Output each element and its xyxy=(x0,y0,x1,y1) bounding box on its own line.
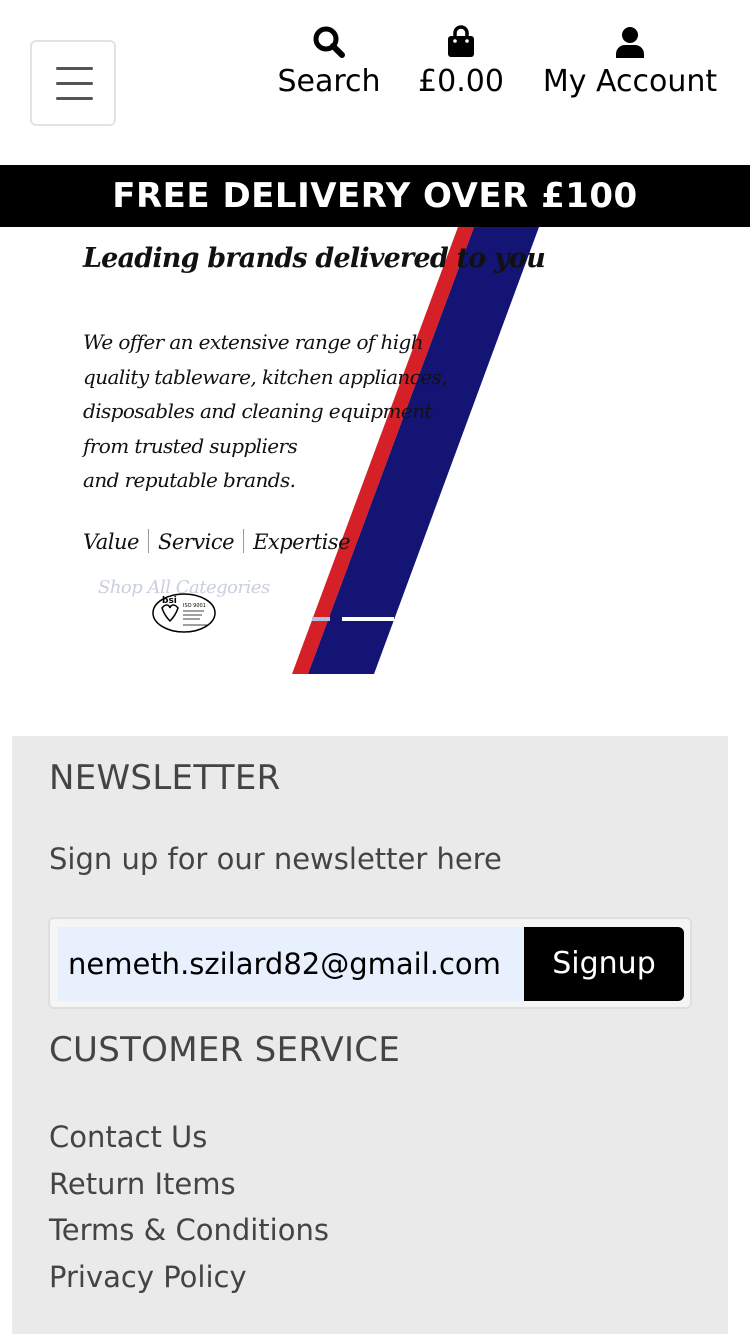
footer-panel: NEWSLETTER Sign up for our newsletter he… xyxy=(12,736,728,1334)
svg-text:ISO 9001: ISO 9001 xyxy=(183,603,206,609)
hero-title: Leading brands delivered to you xyxy=(83,243,546,274)
value-word: Value xyxy=(83,530,139,554)
hero-copy-line: quality tableware, kitchen appliances, xyxy=(83,364,448,389)
hamburger-menu-icon xyxy=(56,67,93,70)
cart-link[interactable]: £0.00 xyxy=(414,22,508,102)
newsletter-text: Sign up for our newsletter here xyxy=(49,842,502,876)
hero-description: We offer an extensive range of high qual… xyxy=(83,325,448,498)
divider xyxy=(147,529,149,553)
newsletter-heading: NEWSLETTER xyxy=(49,758,281,798)
hero-carousel[interactable]: Leading brands delivered to you We offer… xyxy=(0,227,750,677)
customer-service-heading: CUSTOMER SERVICE xyxy=(49,1030,401,1070)
hamburger-line xyxy=(56,97,93,100)
divider xyxy=(243,529,245,553)
bsi-certification-logo: bsi ISO 9001 xyxy=(152,593,216,633)
search-label: Search xyxy=(277,64,381,99)
hero-copy-line: from trusted suppliers xyxy=(83,433,298,458)
terms-conditions-link[interactable]: Terms & Conditions xyxy=(49,1207,329,1254)
free-delivery-banner: FREE DELIVERY OVER £100 xyxy=(0,165,750,227)
hero-copy-line: disposables and cleaning equipment xyxy=(83,399,432,423)
email-field[interactable] xyxy=(58,927,524,1001)
my-account-link[interactable]: My Account xyxy=(534,22,726,102)
menu-toggle-button[interactable] xyxy=(30,40,116,126)
value-word: Service xyxy=(157,530,235,554)
cart-total: £0.00 xyxy=(418,64,504,99)
contact-us-link[interactable]: Contact Us xyxy=(49,1114,329,1161)
site-header: Search £0.00 My Account xyxy=(0,0,750,165)
hero-copy-line: and reputable brands. xyxy=(83,468,296,492)
search-icon xyxy=(272,22,386,62)
carousel-indicator-active[interactable] xyxy=(342,617,394,621)
hero-copy-line: We offer an extensive range of high xyxy=(83,330,424,354)
newsletter-form: Signup xyxy=(48,917,692,1009)
search-link[interactable]: Search xyxy=(272,22,386,102)
shopping-bag-icon xyxy=(414,22,508,62)
carousel-indicator[interactable] xyxy=(312,617,330,621)
hamburger-line xyxy=(56,82,93,85)
return-items-link[interactable]: Return Items xyxy=(49,1161,329,1208)
user-icon xyxy=(534,22,726,62)
customer-service-links: Contact Us Return Items Terms & Conditio… xyxy=(49,1114,329,1300)
value-word: Expertise xyxy=(253,530,351,554)
signup-button[interactable]: Signup xyxy=(524,927,684,1001)
account-label: My Account xyxy=(542,64,718,99)
hero-values: Value Service Expertise xyxy=(83,529,351,554)
privacy-policy-link[interactable]: Privacy Policy xyxy=(49,1254,329,1301)
